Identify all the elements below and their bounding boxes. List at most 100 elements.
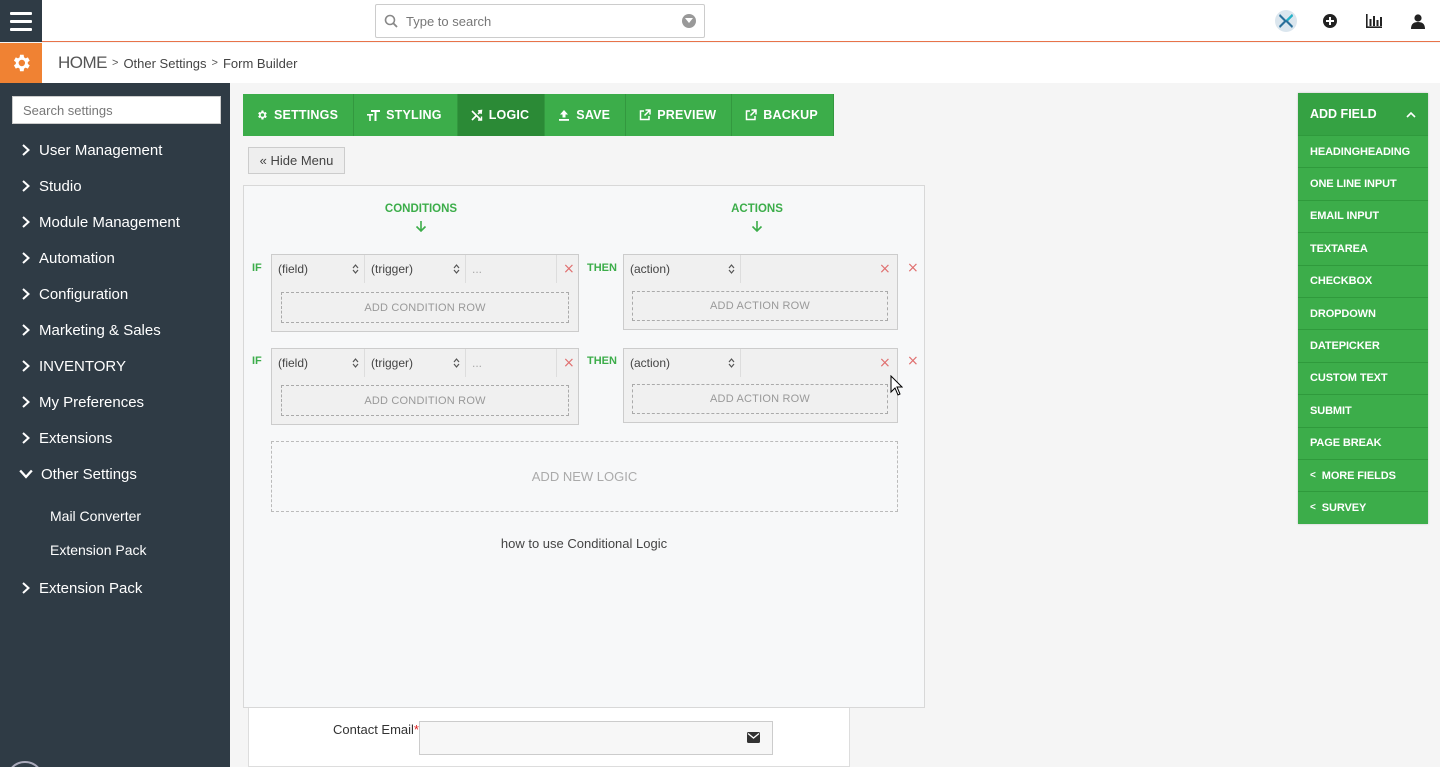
form-builder-toolbar: SETTINGS STYLING LOGIC SAVE PREVIEW BACK… xyxy=(243,94,834,136)
add-new-logic-button[interactable]: ADD NEW LOGIC xyxy=(271,441,898,512)
sidebar-item-extensions[interactable]: Extensions xyxy=(0,421,230,455)
menu-icon[interactable] xyxy=(0,0,42,42)
backup-button[interactable]: BACKUP xyxy=(732,94,834,136)
field-one-line-input[interactable]: ONE LINE INPUT xyxy=(1298,167,1428,199)
sidebar-item-extension-pack[interactable]: Extension Pack xyxy=(0,571,230,605)
sidebar-item-my-preferences[interactable]: My Preferences xyxy=(0,385,230,419)
reports-icon[interactable] xyxy=(1352,0,1396,42)
add-action-row-button[interactable]: ADD ACTION ROW xyxy=(632,291,888,321)
sidebar-item-automation[interactable]: Automation xyxy=(0,241,230,275)
global-search[interactable] xyxy=(375,4,705,38)
sidebar-item-label: INVENTORY xyxy=(39,357,126,375)
remove-logic-icon[interactable]: × xyxy=(907,354,919,368)
chevron-right-icon xyxy=(22,582,30,594)
chevron-down-icon xyxy=(19,469,33,479)
contact-email-field[interactable] xyxy=(419,721,773,755)
preview-button[interactable]: PREVIEW xyxy=(626,94,733,136)
remove-condition-icon[interactable]: × xyxy=(563,356,575,370)
remove-action-icon[interactable]: × xyxy=(879,356,891,370)
sidebar-item-inventory[interactable]: INVENTORY xyxy=(0,349,230,383)
mouse-cursor-icon xyxy=(890,375,903,396)
avatar[interactable] xyxy=(6,761,44,767)
settings-tab-label: SETTINGS xyxy=(274,108,339,122)
remove-action-icon[interactable]: × xyxy=(879,262,891,276)
sidebar-item-label: Studio xyxy=(39,177,82,195)
conditional-logic-help-link[interactable]: how to use Conditional Logic xyxy=(244,536,924,551)
more-fields-button[interactable]: < MORE FIELDS xyxy=(1298,458,1428,491)
field-select[interactable]: (field) xyxy=(272,349,365,377)
condition-group: (field) (trigger) ... × ADD CONDITION RO… xyxy=(271,254,579,332)
field-datepicker[interactable]: DATEPICKER xyxy=(1298,329,1428,361)
then-label: THEN xyxy=(587,262,617,274)
sidebar-subitem-extension-pack[interactable]: Extension Pack xyxy=(50,542,147,558)
add-field-title: ADD FIELD xyxy=(1310,107,1377,121)
field-custom-text[interactable]: CUSTOM TEXT xyxy=(1298,361,1428,394)
backup-button-label: BACKUP xyxy=(763,108,818,122)
sidebar-item-configuration[interactable]: Configuration xyxy=(0,277,230,311)
trigger-select[interactable]: (trigger) xyxy=(365,255,466,283)
sidebar-search-input[interactable] xyxy=(12,96,221,124)
field-heading[interactable]: HEADINGHEADING xyxy=(1298,135,1428,167)
chevron-left-icon: < xyxy=(1310,502,1316,514)
settings-gear-icon[interactable] xyxy=(0,43,42,83)
chevron-right-icon xyxy=(22,324,30,336)
plus-circle-icon[interactable] xyxy=(1308,0,1352,42)
add-condition-row-button[interactable]: ADD CONDITION ROW xyxy=(281,385,569,416)
breadcrumb-home[interactable]: HOME xyxy=(58,53,108,73)
top-bar xyxy=(0,0,1440,42)
remove-logic-icon[interactable]: × xyxy=(907,261,919,275)
action-select[interactable]: (action) xyxy=(624,349,741,377)
sidebar-item-label: Extensions xyxy=(39,429,113,447)
chevron-right-icon xyxy=(22,288,30,300)
hide-menu-button[interactable]: « Hide Menu xyxy=(248,147,345,174)
save-button[interactable]: SAVE xyxy=(545,94,627,136)
more-fields-label: MORE FIELDS xyxy=(1321,469,1396,482)
sidebar-item-user-management[interactable]: User Management xyxy=(0,133,230,167)
contact-email-text: Contact Email xyxy=(333,722,414,737)
field-email-input[interactable]: EMAIL INPUT xyxy=(1298,199,1428,232)
add-action-row-button[interactable]: ADD ACTION ROW xyxy=(632,384,888,414)
brand-logo-icon[interactable] xyxy=(1264,0,1308,42)
survey-button[interactable]: < SURVEY xyxy=(1298,491,1428,523)
add-field-header[interactable]: ADD FIELD xyxy=(1298,93,1428,135)
field-dropdown[interactable]: DROPDOWN xyxy=(1298,296,1428,329)
gear-icon xyxy=(258,110,267,120)
preview-button-label: PREVIEW xyxy=(657,108,717,122)
chevron-right-icon xyxy=(22,180,30,192)
chevron-down-icon[interactable] xyxy=(682,14,696,28)
sidebar-item-label: My Preferences xyxy=(39,393,145,411)
arrow-down-icon xyxy=(415,221,427,232)
field-page-break[interactable]: PAGE BREAK xyxy=(1298,426,1428,459)
settings-tab[interactable]: SETTINGS xyxy=(243,94,355,136)
field-select-value: (field) xyxy=(278,356,309,370)
actions-heading-label: ACTIONS xyxy=(731,203,783,215)
breadcrumb-other-settings[interactable]: Other Settings xyxy=(123,56,206,71)
field-textarea[interactable]: TEXTAREA xyxy=(1298,232,1428,264)
add-condition-row-button[interactable]: ADD CONDITION ROW xyxy=(281,292,569,323)
field-select[interactable]: (field) xyxy=(272,255,365,283)
remove-condition-icon[interactable]: × xyxy=(563,262,575,276)
action-group: (action) × ADD ACTION ROW xyxy=(623,348,898,423)
chevron-right-icon xyxy=(22,144,30,156)
breadcrumb: HOME > Other Settings > Form Builder xyxy=(58,43,297,83)
sidebar-item-module-management[interactable]: Module Management xyxy=(0,205,230,239)
sidebar-item-studio[interactable]: Studio xyxy=(0,169,230,203)
sidebar-item-marketing-sales[interactable]: Marketing & Sales xyxy=(0,313,230,347)
actions-heading: ACTIONS xyxy=(697,203,817,232)
field-submit[interactable]: SUBMIT xyxy=(1298,394,1428,426)
sidebar-subitem-mail-converter[interactable]: Mail Converter xyxy=(50,508,141,524)
logic-tab[interactable]: LOGIC xyxy=(457,94,546,136)
envelope-icon xyxy=(747,732,760,743)
trigger-select[interactable]: (trigger) xyxy=(365,349,466,377)
sidebar-item-other-settings[interactable]: Other Settings xyxy=(0,457,230,491)
search-input[interactable] xyxy=(406,13,682,29)
styling-tab[interactable]: STYLING xyxy=(354,94,458,136)
value-input[interactable]: ... xyxy=(466,255,557,283)
value-input-placeholder: ... xyxy=(472,262,483,276)
action-select[interactable]: (action) xyxy=(624,255,741,283)
save-button-label: SAVE xyxy=(576,108,611,122)
updown-icon xyxy=(728,264,735,274)
user-icon[interactable] xyxy=(1396,0,1440,42)
value-input[interactable]: ... xyxy=(466,349,557,377)
field-checkbox[interactable]: CHECKBOX xyxy=(1298,264,1428,297)
